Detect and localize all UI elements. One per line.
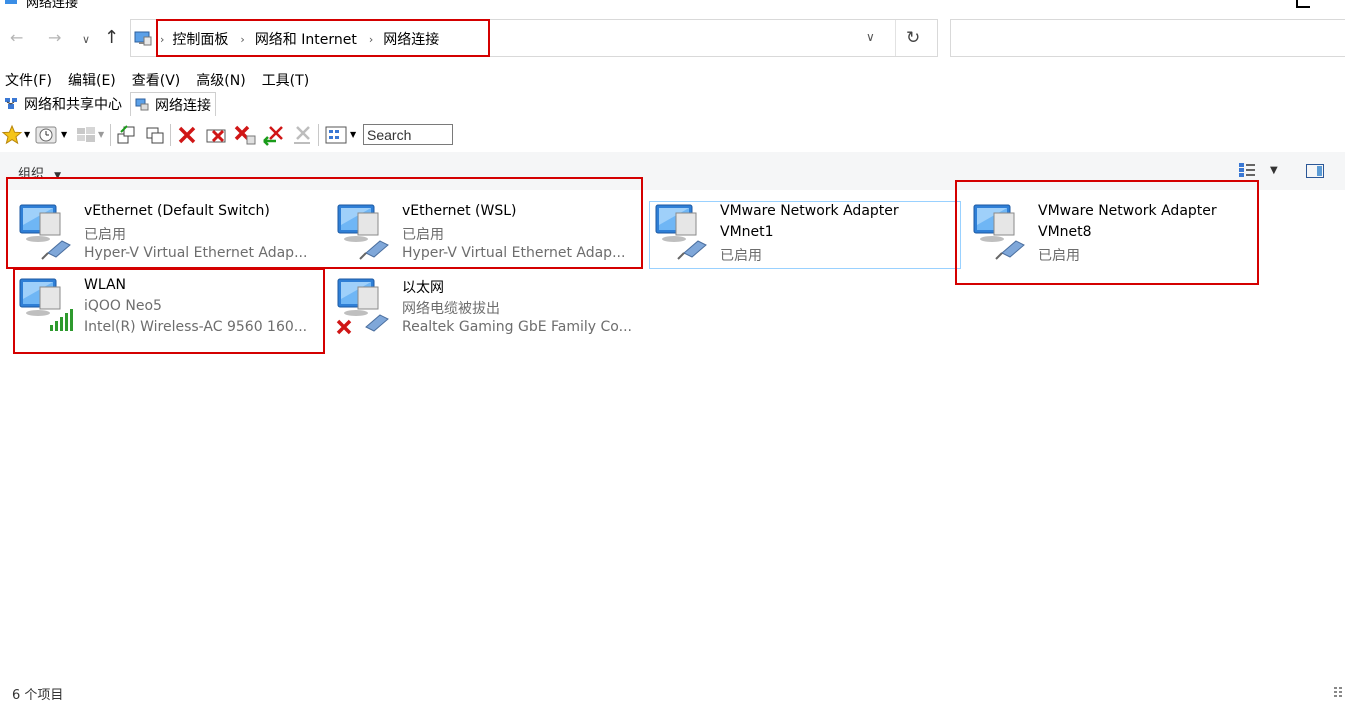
connection-name-line2: VMnet1 <box>720 224 774 240</box>
favorites-dropdown-icon[interactable]: ▼ <box>24 130 30 139</box>
remove-disabled-icon[interactable] <box>290 123 314 147</box>
windows-dropdown-icon[interactable]: ▼ <box>98 130 104 139</box>
ethernet-disconnected-icon <box>336 278 389 335</box>
copy-window-icon[interactable] <box>143 123 167 147</box>
tab-label: 网络和共享中心 <box>24 96 122 113</box>
network-connections-icon <box>5 0 17 4</box>
map-network-drive-icon[interactable] <box>114 123 138 147</box>
ethernet-adapter-icon <box>655 204 707 260</box>
menu-view[interactable]: 查看(V) <box>132 70 181 90</box>
change-view-icon[interactable] <box>1238 162 1256 178</box>
disconnect-drive-icon[interactable] <box>205 123 229 147</box>
tab-network-connections[interactable]: 网络连接 <box>130 92 216 116</box>
title-bar: 网络连接 <box>0 0 1345 8</box>
preview-pane-icon[interactable] <box>1306 164 1324 178</box>
history-clock-icon[interactable] <box>34 123 58 147</box>
window-title: 网络连接 <box>26 0 79 8</box>
network-sharing-icon <box>5 98 17 109</box>
highlight-box-vethernet <box>6 177 643 269</box>
recent-locations-chevron-icon[interactable]: ∨ <box>82 34 90 45</box>
connection-name: 以太网 <box>402 280 444 296</box>
connection-name: VMware Network Adapter <box>720 203 899 219</box>
status-item-count: 6 个项目 <box>12 688 64 703</box>
highlight-box-wlan <box>13 268 325 354</box>
tab-label: 网络连接 <box>155 97 211 114</box>
back-arrow-icon[interactable]: ← <box>10 30 23 46</box>
delete-x-icon[interactable] <box>175 123 199 147</box>
menu-file[interactable]: 文件(F) <box>5 70 52 90</box>
tab-strip: 网络和共享中心 网络连接 <box>0 92 216 116</box>
toolbar-separator <box>318 124 319 146</box>
refresh-icon[interactable]: ↻ <box>906 28 920 48</box>
favorites-star-icon[interactable] <box>0 123 24 147</box>
tab-network-sharing-center[interactable]: 网络和共享中心 <box>0 92 126 115</box>
menu-advanced[interactable]: 高级(N) <box>196 70 245 90</box>
view-options-dropdown-icon[interactable]: ▼ <box>350 130 356 139</box>
disconnect-all-icon[interactable] <box>233 123 257 147</box>
view-grip-icon[interactable] <box>1333 686 1343 698</box>
toolbar-search-input[interactable] <box>363 124 453 145</box>
highlight-box-breadcrumb <box>156 19 490 57</box>
change-view-dropdown-icon[interactable]: ▼ <box>1270 165 1278 176</box>
reconnect-arrow-icon[interactable] <box>262 123 286 147</box>
address-dropdown-chevron-icon[interactable]: ∨ <box>866 30 875 44</box>
toolbar: ▼ ▼ ▼ ▼ <box>0 120 1345 150</box>
connection-device: Realtek Gaming GbE Family Co... <box>402 319 632 335</box>
toolbar-separator <box>110 124 111 146</box>
view-options-icon[interactable] <box>324 123 348 147</box>
control-panel-icon <box>134 31 152 46</box>
highlight-box-vmnet8 <box>955 180 1259 285</box>
connection-status: 已启用 <box>720 248 762 264</box>
network-connections-icon <box>135 98 149 111</box>
toolbar-separator <box>170 124 171 146</box>
forward-arrow-icon[interactable]: → <box>48 30 61 46</box>
close-icon[interactable] <box>1296 0 1310 8</box>
connection-item-ethernet[interactable]: 以太网 网络电缆被拔出 Realtek Gaming GbE Family Co… <box>336 277 646 351</box>
connection-item-vmnet1[interactable]: VMware Network Adapter VMnet1 已启用 <box>654 203 954 277</box>
windows-flag-icon[interactable] <box>74 123 98 147</box>
menu-bar: 文件(F) 编辑(E) 查看(V) 高级(N) 工具(T) <box>5 70 325 90</box>
address-divider <box>895 20 896 56</box>
menu-edit[interactable]: 编辑(E) <box>68 70 116 90</box>
search-input[interactable] <box>950 19 1345 57</box>
menu-tools[interactable]: 工具(T) <box>262 70 309 90</box>
history-dropdown-icon[interactable]: ▼ <box>61 130 67 139</box>
up-arrow-icon[interactable]: ↑ <box>104 29 119 47</box>
connection-status: 网络电缆被拔出 <box>402 301 500 317</box>
